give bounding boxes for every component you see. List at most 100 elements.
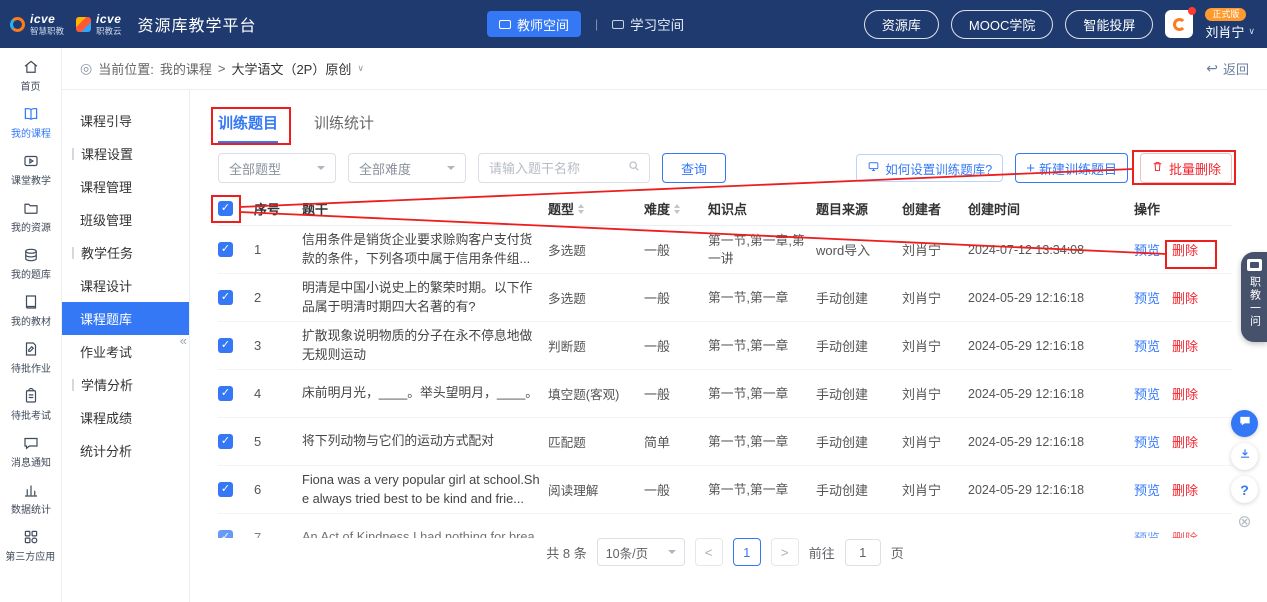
question-type: 多选题	[548, 288, 644, 307]
col-header-type[interactable]: 题型	[548, 199, 644, 218]
chat-assistant-button[interactable]	[1231, 410, 1258, 437]
preview-link[interactable]: 预览	[1134, 240, 1160, 259]
table-row: ✓ 7 An Act of Kindness I had nothing for…	[218, 514, 1232, 538]
created-time: 2024-05-29 12:16:18	[968, 291, 1134, 305]
textbook-icon	[22, 293, 40, 311]
preview-link[interactable]: 预览	[1134, 528, 1160, 538]
delete-link[interactable]: 删除	[1172, 480, 1198, 499]
close-float-icon[interactable]: ⊗	[1231, 508, 1258, 535]
delete-link[interactable]: 删除	[1172, 240, 1198, 259]
sidebar-item-course-grades[interactable]: 课程成绩	[62, 401, 189, 434]
row-checkbox[interactable]: ✓	[218, 242, 233, 257]
help-link[interactable]: 如何设置训练题库?	[856, 154, 1003, 182]
zhijiao-assistant-tab[interactable]: 职教一问	[1241, 252, 1267, 342]
help-float-button[interactable]: ?	[1231, 476, 1258, 503]
next-page-button[interactable]: >	[771, 538, 799, 566]
current-page-button[interactable]: 1	[733, 538, 761, 566]
sidebar-item-course-design[interactable]: 课程设计	[62, 269, 189, 302]
user-menu[interactable]: 正式版 刘肖宁 ∨	[1205, 8, 1255, 41]
delete-link[interactable]: 删除	[1172, 528, 1198, 538]
notification-logo-button[interactable]	[1165, 10, 1193, 38]
sidebar-collapse-icon[interactable]: «	[180, 333, 187, 348]
sidebar-item-course-management[interactable]: 课程管理	[62, 170, 189, 203]
preview-link[interactable]: 预览	[1134, 432, 1160, 451]
sidebar-item-statistics-analysis[interactable]: 统计分析	[62, 434, 189, 467]
question-difficulty: 一般	[644, 336, 708, 355]
sidebar-item-homework-exams[interactable]: 作业考试	[62, 335, 189, 368]
platform-title: 资源库教学平台	[138, 12, 257, 36]
sidebar-item-my-courses[interactable]: 我的课程	[0, 99, 61, 146]
sidebar-item-my-textbooks[interactable]: 我的教材	[0, 287, 61, 334]
delete-link[interactable]: 删除	[1172, 288, 1198, 307]
back-button[interactable]: ↩ 返回	[1206, 59, 1249, 78]
preview-link[interactable]: 预览	[1134, 384, 1160, 403]
row-no: 7	[254, 530, 302, 538]
page-size-select[interactable]: 10条/页	[597, 538, 685, 566]
query-button[interactable]: 查询	[662, 153, 726, 183]
learning-space-link[interactable]: 学习空间	[612, 14, 684, 34]
app-window: icve 智慧职教 icve 职教云 资源库教学平台 教师空间 | 学	[0, 0, 1267, 602]
table-row: ✓ 5 将下列动物与它们的运动方式配对 匹配题 简单 第一节,第一章 手动创建 …	[218, 418, 1232, 466]
col-header-difficulty[interactable]: 难度	[644, 199, 708, 218]
pagination: 共 8 条 10条/页 < 1 > 前往 页	[218, 538, 1232, 566]
row-no: 2	[254, 290, 302, 305]
row-checkbox[interactable]: ✓	[218, 530, 233, 538]
mooc-academy-button[interactable]: MOOC学院	[951, 10, 1053, 39]
prev-page-button[interactable]: <	[695, 538, 723, 566]
home-icon	[22, 58, 40, 76]
create-question-button[interactable]: + 新建训练题目	[1015, 153, 1128, 183]
chevron-down-icon[interactable]: ∨	[357, 63, 364, 74]
creator: 刘肖宁	[902, 480, 968, 499]
teacher-space-button[interactable]: 教师空间	[487, 11, 581, 37]
breadcrumb-root[interactable]: 我的课程	[160, 59, 212, 78]
resource-library-button[interactable]: 资源库	[864, 10, 939, 39]
delete-link[interactable]: 删除	[1172, 384, 1198, 403]
sidebar-item-classroom-teaching[interactable]: 课堂教学	[0, 146, 61, 193]
sidebar-item-course-question-bank[interactable]: 课程题库	[62, 302, 189, 335]
sort-icon[interactable]	[578, 204, 584, 214]
notification-dot	[1188, 7, 1196, 15]
sidebar-item-class-management[interactable]: 班级管理	[62, 203, 189, 236]
select-all-checkbox[interactable]: ✓	[218, 201, 233, 216]
sidebar-item-third-party-apps[interactable]: 第三方应用	[0, 522, 61, 569]
preview-link[interactable]: 预览	[1134, 336, 1160, 355]
stats-icon	[22, 481, 40, 499]
row-checkbox[interactable]: ✓	[218, 338, 233, 353]
breadcrumb-current[interactable]: 大学语文（2P）原创	[231, 59, 351, 78]
sort-icon[interactable]	[674, 204, 680, 214]
question-type-filter[interactable]: 全部题型	[218, 153, 336, 183]
col-header-stem: 题干	[302, 199, 548, 218]
sidebar-item-data-statistics[interactable]: 数据统计	[0, 475, 61, 522]
row-checkbox[interactable]: ✓	[218, 290, 233, 305]
search-input[interactable]	[487, 160, 627, 177]
row-checkbox[interactable]: ✓	[218, 434, 233, 449]
batch-delete-button[interactable]: 批量删除	[1140, 153, 1232, 183]
preview-link[interactable]: 预览	[1134, 288, 1160, 307]
sidebar-item-home[interactable]: 首页	[0, 52, 61, 99]
question-stem: 扩散现象说明物质的分子在永不停息地做无规则运动	[302, 327, 548, 364]
sidebar-item-my-question-bank[interactable]: 我的题库	[0, 240, 61, 287]
goto-page-input[interactable]	[845, 539, 881, 566]
sidebar-item-pending-homework[interactable]: 待批作业	[0, 334, 61, 381]
created-time: 2024-05-29 12:16:18	[968, 435, 1134, 449]
delete-link[interactable]: 删除	[1172, 432, 1198, 451]
tab-training-statistics[interactable]: 训练统计	[314, 112, 374, 143]
sidebar-item-pending-exams[interactable]: 待批考试	[0, 381, 61, 428]
sidebar-item-course-guide[interactable]: 课程引导	[62, 104, 189, 137]
icve-zhihuizhijiao-logo[interactable]: icve 智慧职教	[10, 13, 64, 36]
goto-label: 前往	[809, 543, 835, 562]
icve-zhijiaoyun-logo[interactable]: icve 职教云	[76, 13, 122, 36]
search-icon	[627, 159, 641, 178]
total-count: 共 8 条	[546, 543, 586, 562]
sidebar-item-notifications[interactable]: 消息通知	[0, 428, 61, 475]
download-button[interactable]	[1231, 443, 1258, 470]
sidebar-item-my-resources[interactable]: 我的资源	[0, 193, 61, 240]
difficulty-filter[interactable]: 全部难度	[348, 153, 466, 183]
tab-training-questions[interactable]: 训练题目	[218, 112, 278, 143]
row-checkbox[interactable]: ✓	[218, 386, 233, 401]
created-time: 2024-07-12 13:34:08	[968, 243, 1134, 257]
smart-casting-button[interactable]: 智能投屏	[1065, 10, 1153, 39]
delete-link[interactable]: 删除	[1172, 336, 1198, 355]
preview-link[interactable]: 预览	[1134, 480, 1160, 499]
row-checkbox[interactable]: ✓	[218, 482, 233, 497]
